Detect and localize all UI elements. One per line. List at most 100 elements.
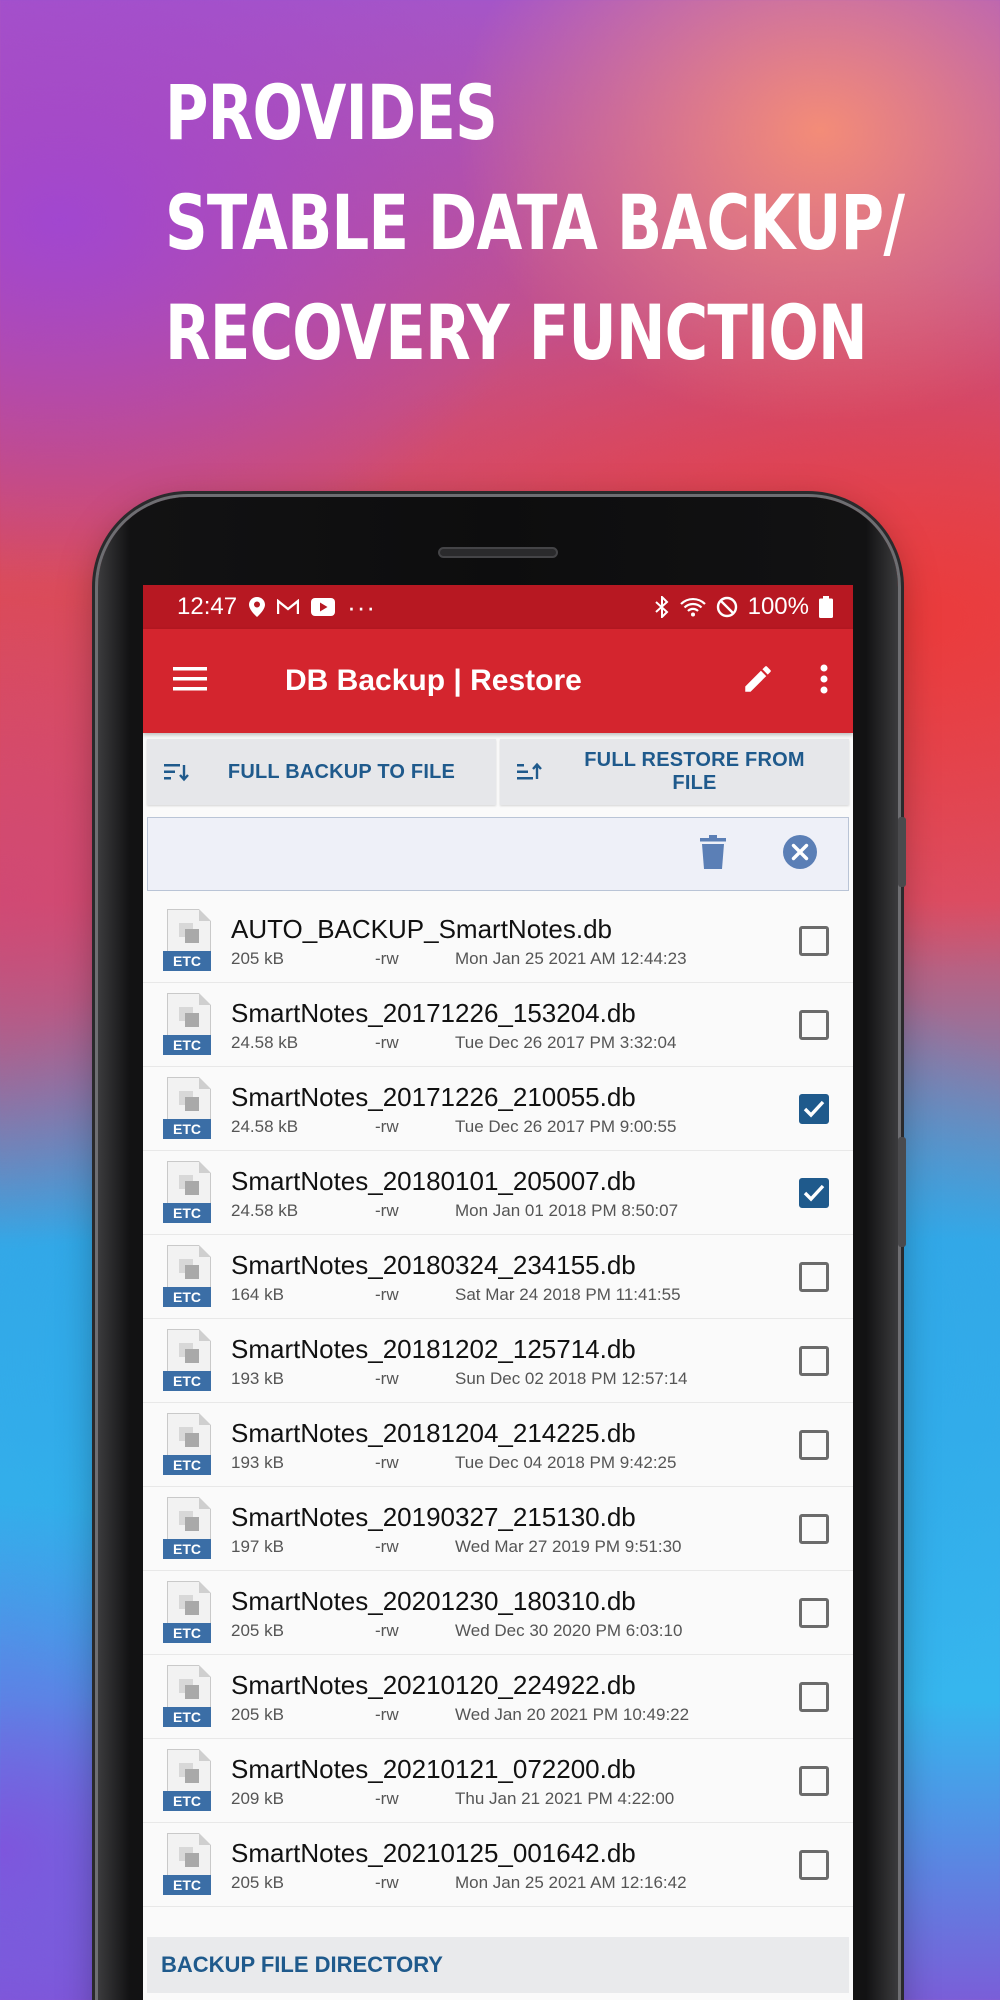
file-name: AUTO_BACKUP_SmartNotes.db (231, 913, 612, 944)
file-meta: 193 kB -rw Tue Dec 04 2018 PM 9:42:25 (231, 1453, 799, 1473)
file-row[interactable]: ETC SmartNotes_20210125_001642.db 205 kB -r… (143, 1823, 853, 1907)
file-checkbox[interactable] (799, 1345, 829, 1376)
battery-percent: 100% (747, 593, 809, 620)
headline-line-2: STABLE DATA BACKUP/ (165, 178, 905, 267)
file-type-badge: ETC (163, 1286, 211, 1307)
file-type-badge: ETC (163, 1538, 211, 1559)
file-size: 209 kB (231, 1788, 284, 1808)
headline-line-3: RECOVERY FUNCTION (165, 288, 868, 377)
edit-icon[interactable] (741, 662, 775, 701)
file-checkbox[interactable] (799, 1765, 829, 1796)
file-permissions: -rw (375, 1116, 399, 1136)
file-permissions: -rw (375, 1788, 399, 1808)
file-glyph-shape (185, 1096, 199, 1111)
file-row[interactable]: ETC SmartNotes_20171226_210055.db 24.58 kB… (143, 1067, 853, 1151)
full-backup-button[interactable]: FULL BACKUP TO FILE (147, 739, 496, 805)
backup-file-directory-header: BACKUP FILE DIRECTORY (147, 1937, 849, 1993)
file-size: 205 kB (231, 1620, 284, 1640)
file-checkbox[interactable] (799, 1681, 829, 1712)
file-checkbox[interactable] (799, 1009, 829, 1040)
file-meta: 205 kB -rw Mon Jan 25 2021 AM 12:44:23 (231, 949, 799, 969)
status-time: 12:47 (177, 593, 238, 620)
file-row[interactable]: ETC SmartNotes_20180324_234155.db 164 kB -r… (143, 1235, 853, 1319)
youtube-icon (311, 598, 336, 616)
checkmark-icon (803, 1100, 825, 1117)
status-bar: 12:47 ··· 100% (143, 585, 853, 629)
file-glyph-shape (185, 1348, 199, 1363)
file-type-badge: ETC (163, 1874, 211, 1895)
headline: PROVIDES STABLE DATA BACKUP/ RECOVERY FU… (165, 58, 905, 388)
file-row[interactable]: ETC SmartNotes_20171226_153204.db 24.58 kB… (143, 983, 853, 1067)
file-size: 164 kB (231, 1284, 284, 1304)
clear-selection-icon[interactable] (782, 834, 818, 875)
file-name: SmartNotes_20180101_205007.db (231, 1165, 636, 1196)
file-date: Mon Jan 25 2021 AM 12:16:42 (455, 1872, 687, 1892)
file-checkbox[interactable] (799, 1597, 829, 1628)
file-date: Wed Dec 30 2020 PM 6:03:10 (455, 1620, 683, 1640)
file-name: SmartNotes_20210120_224922.db (231, 1669, 636, 1700)
file-checkbox[interactable] (799, 1261, 829, 1292)
file-glyph-shape (185, 1516, 199, 1531)
overflow-menu-icon[interactable] (819, 663, 829, 700)
file-type-badge: ETC (163, 950, 211, 971)
file-info: SmartNotes_20210120_224922.db 205 kB -rw We… (231, 1669, 799, 1725)
file-row[interactable]: ETC SmartNotes_20181204_214225.db 193 kB -r… (143, 1403, 853, 1487)
file-info: SmartNotes_20171226_210055.db 24.58 kB -rw… (231, 1081, 799, 1137)
file-size: 24.58 kB (231, 1032, 299, 1052)
full-restore-button[interactable]: FULL RESTORE FROM FILE (500, 739, 849, 805)
full-restore-label: FULL RESTORE FROM FILE (584, 749, 805, 794)
sort-down-icon (147, 761, 207, 783)
file-glyph-shape (185, 1180, 199, 1195)
file-size: 24.58 kB (231, 1200, 299, 1220)
file-permissions: -rw (375, 1368, 399, 1388)
file-info: SmartNotes_20210121_072200.db 209 kB -rw Th… (231, 1753, 799, 1809)
file-glyph-shape (185, 1852, 199, 1867)
file-glyph-shape (185, 1768, 199, 1783)
file-row[interactable]: ETC SmartNotes_20180101_205007.db 24.58 kB… (143, 1151, 853, 1235)
app-title: DB Backup | Restore (285, 664, 582, 697)
file-size: 197 kB (231, 1536, 284, 1556)
file-row[interactable]: ETC SmartNotes_20201230_180310.db 205 kB -r… (143, 1571, 853, 1655)
file-name: SmartNotes_20181202_125714.db (231, 1333, 636, 1364)
file-date: Sat Mar 24 2018 PM 11:41:55 (455, 1284, 681, 1304)
file-row[interactable]: ETC SmartNotes_20190327_215130.db 197 kB -r… (143, 1487, 853, 1571)
file-type-badge: ETC (163, 1622, 211, 1643)
file-permissions: -rw (375, 1200, 399, 1220)
file-size: 24.58 kB (231, 1116, 299, 1136)
file-meta: 197 kB -rw Wed Mar 27 2019 PM 9:51:30 (231, 1537, 799, 1557)
file-date: Tue Dec 04 2018 PM 9:42:25 (455, 1452, 677, 1472)
file-date: Mon Jan 01 2018 PM 8:50:07 (455, 1200, 679, 1220)
file-glyph-shape (185, 1600, 199, 1615)
gmail-icon (277, 599, 300, 615)
file-type-badge: ETC (163, 1790, 211, 1811)
selection-toolbar (147, 817, 849, 891)
database-file-icon: ETC (163, 992, 215, 1057)
file-row[interactable]: ETC SmartNotes_20210120_224922.db 205 kB -r… (143, 1655, 853, 1739)
database-file-icon: ETC (163, 1076, 215, 1141)
file-checkbox[interactable] (799, 1513, 829, 1544)
file-row[interactable]: ETC SmartNotes_20181202_125714.db 193 kB -r… (143, 1319, 853, 1403)
file-glyph-shape (185, 1264, 199, 1279)
file-permissions: -rw (375, 1032, 399, 1052)
file-checkbox[interactable] (799, 1849, 829, 1880)
battery-icon (819, 596, 833, 618)
database-file-icon: ETC (163, 1160, 215, 1225)
phone-screen: 12:47 ··· 100% DB Backup | Restore FULL … (143, 585, 853, 2000)
file-checkbox[interactable] (799, 1093, 829, 1124)
delete-icon[interactable] (700, 834, 726, 874)
file-row[interactable]: ETC SmartNotes_20210121_072200.db 209 kB -r… (143, 1739, 853, 1823)
file-row[interactable]: ETC AUTO_BACKUP_SmartNotes.db 205 kB -rw Mon… (143, 899, 853, 983)
bluetooth-icon (654, 596, 670, 618)
file-checkbox[interactable] (799, 925, 829, 956)
file-date: Thu Jan 21 2021 PM 4:22:00 (455, 1788, 675, 1808)
file-checkbox[interactable] (799, 1177, 829, 1208)
file-info: SmartNotes_20190327_215130.db 197 kB -rw We… (231, 1501, 799, 1557)
file-checkbox[interactable] (799, 1429, 829, 1460)
file-type-badge: ETC (163, 1034, 211, 1055)
menu-icon[interactable] (173, 666, 207, 697)
phone-side-button (898, 817, 906, 887)
file-date: Wed Mar 27 2019 PM 9:51:30 (455, 1536, 682, 1556)
file-info: SmartNotes_20210125_001642.db 205 kB -rw Mo… (231, 1837, 799, 1893)
file-name: SmartNotes_20190327_215130.db (231, 1501, 636, 1532)
database-file-icon: ETC (163, 1580, 215, 1645)
